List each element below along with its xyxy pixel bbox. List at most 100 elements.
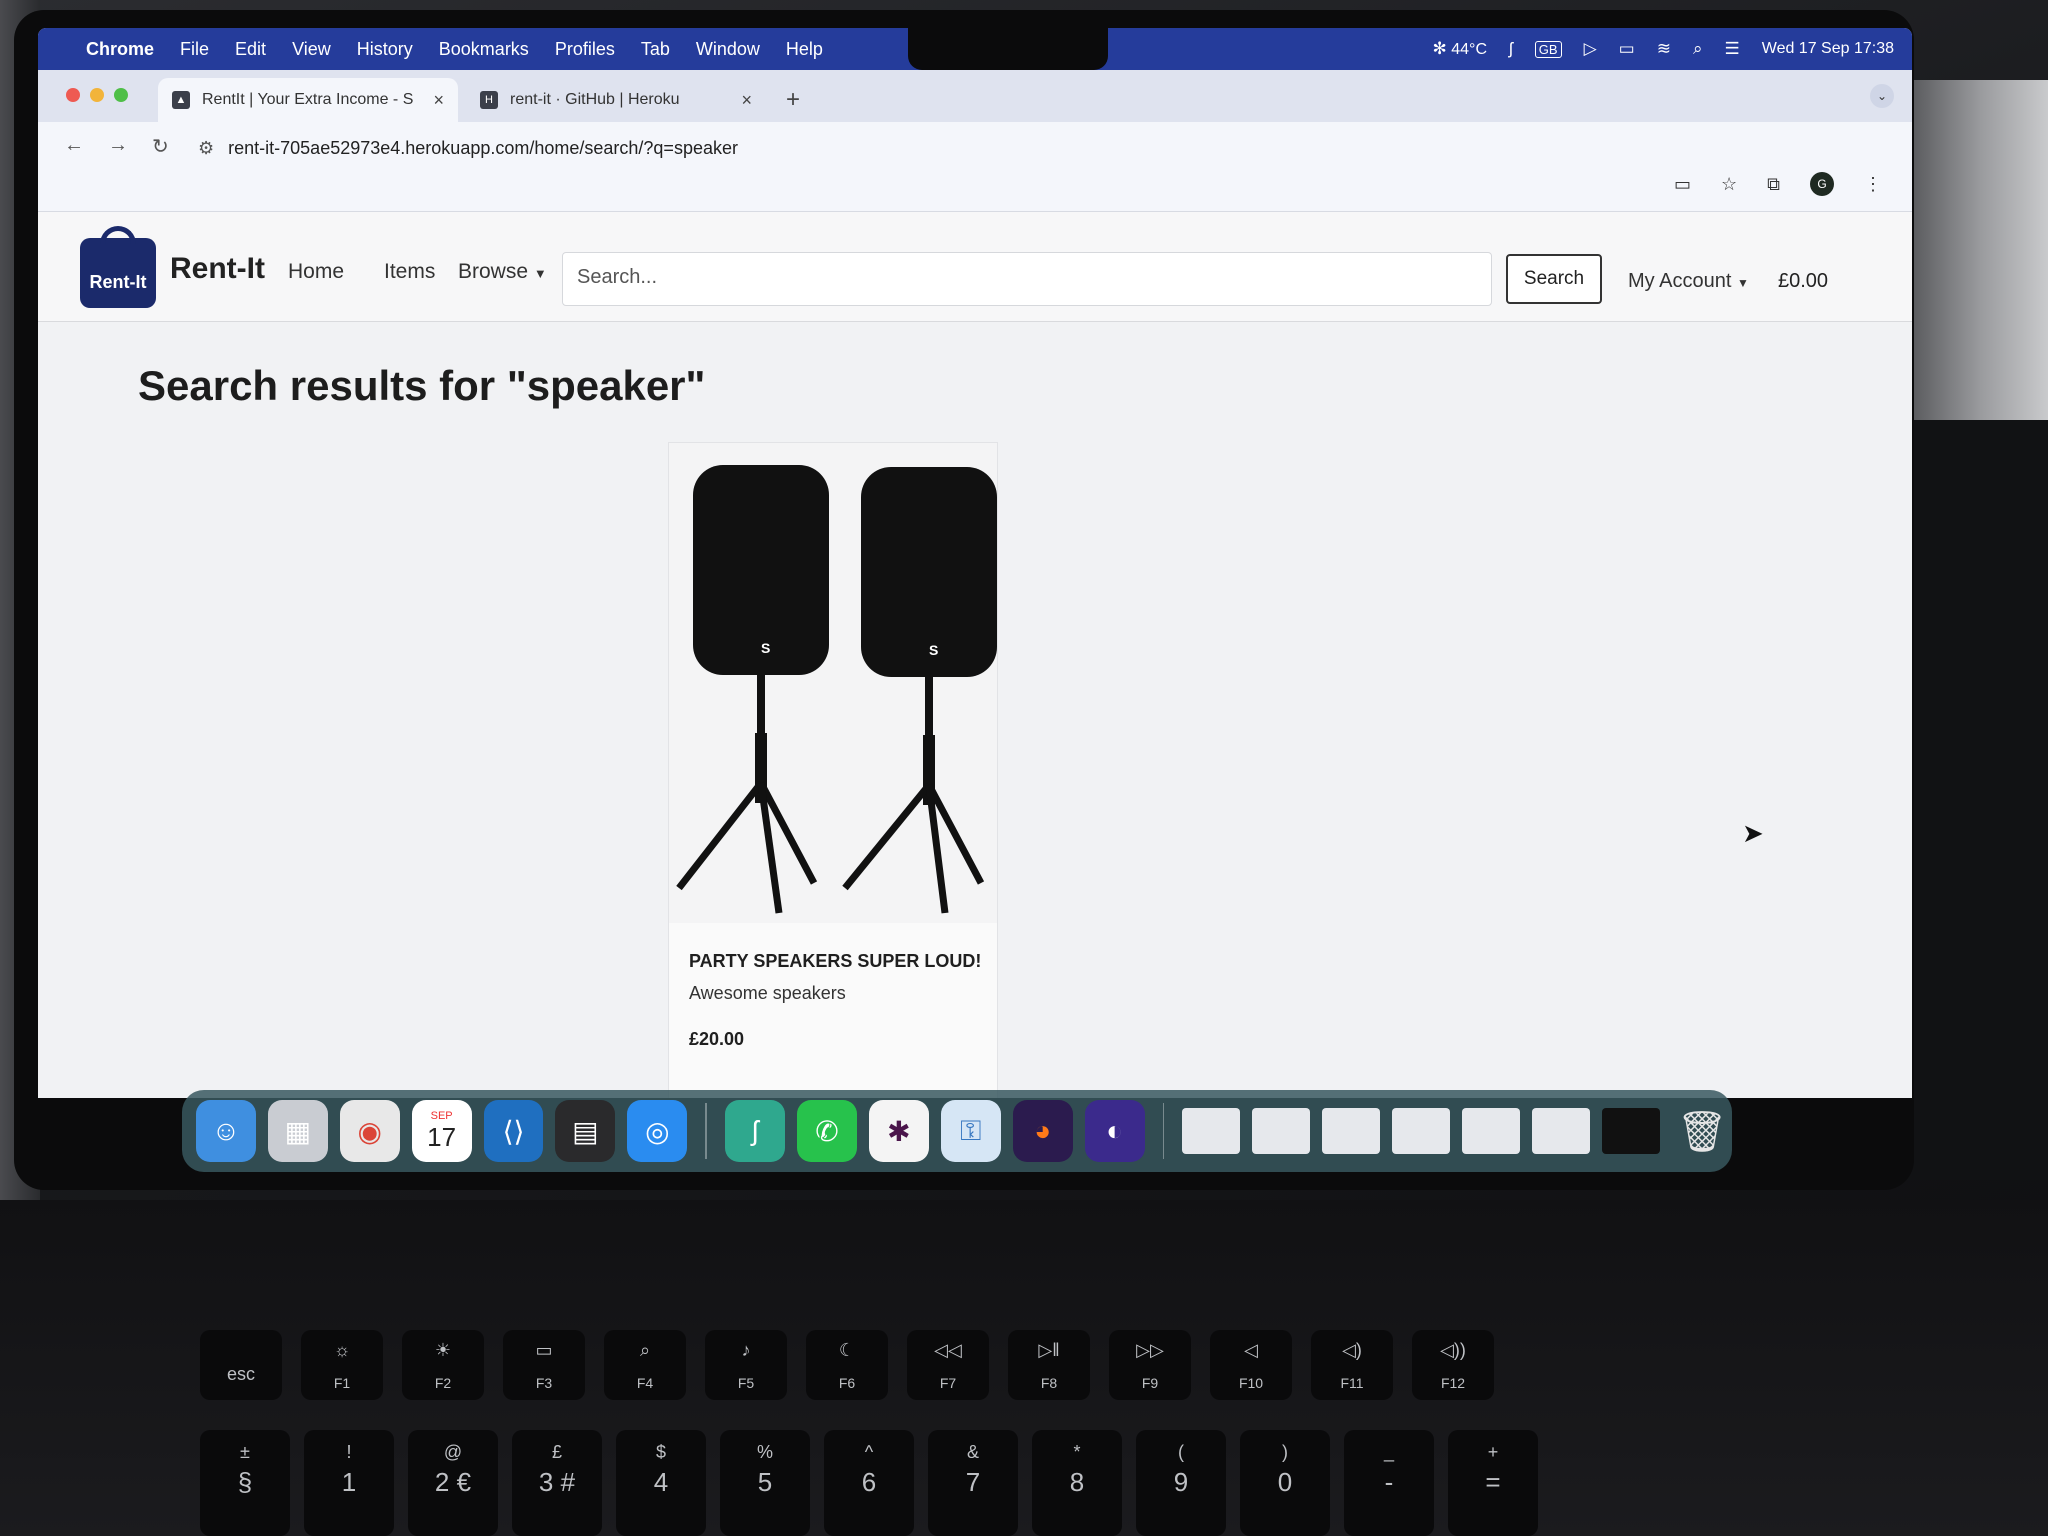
slack-icon[interactable]: ✱ [868,1100,929,1162]
calendar-icon[interactable]: SEP 17 [411,1100,472,1162]
menu-view[interactable]: View [292,39,331,60]
trash-icon[interactable]: 🗑 [1672,1100,1732,1162]
key-f12[interactable]: ◁)) F12 [1412,1330,1494,1400]
key-number[interactable]: £3 # [512,1430,602,1536]
key-number[interactable]: & 7 [928,1430,1018,1536]
address-bar[interactable]: ⚙ rent-it-705ae52973e4.herokuapp.com/hom… [198,128,1798,168]
key-f6[interactable]: ☾ F6 [806,1330,888,1400]
nav-browse[interactable]: Browse ▼ [458,260,547,284]
clock[interactable]: Wed 17 Sep 17:38 [1762,40,1894,58]
key-f10[interactable]: ◁ F10 [1210,1330,1292,1400]
back-arrow-icon[interactable]: ← [64,134,84,157]
key-number[interactable]: _ - [1344,1430,1434,1536]
input-source-label[interactable]: GB [1534,40,1562,58]
forward-arrow-icon[interactable]: → [108,134,128,157]
key-f4[interactable]: ⌕ F4 [604,1330,686,1400]
battery-icon[interactable]: ▭ [1619,39,1635,59]
key-f5[interactable]: ♪ F5 [705,1330,787,1400]
product-card[interactable]: S S PARTY SPEAKERS SUPER LOUD! Awesome s… [668,442,998,1098]
maximize-window-button[interactable] [114,88,128,102]
menu-help[interactable]: Help [786,39,823,60]
bookmark-star-icon[interactable]: ☆ [1721,174,1737,195]
product-name[interactable]: PARTY SPEAKERS SUPER LOUD! [689,951,981,972]
my-account-dropdown[interactable]: My Account ▼ [1628,270,1749,293]
spotlight-search-icon[interactable]: ⌕ [1693,39,1703,59]
close-tab-icon[interactable]: × [433,90,444,111]
card-icon[interactable]: ▭ [1674,174,1691,195]
svg-text:S: S [929,642,938,658]
key-number[interactable]: ! 1 [304,1430,394,1536]
key-f7[interactable]: ◁◁ F7 [907,1330,989,1400]
menu-bookmarks[interactable]: Bookmarks [439,39,529,60]
key-number[interactable]: * 8 [1032,1430,1122,1536]
key-number[interactable]: (9 [1136,1430,1226,1536]
site-settings-icon[interactable]: ⚙ [198,138,214,159]
key-number[interactable]: @2 € [408,1430,498,1536]
temperature-label: 44°C [1451,41,1487,58]
key-f8[interactable]: ▷‖ F8 [1008,1330,1090,1400]
minimized-window-thumbnail[interactable] [1532,1108,1591,1154]
new-tab-button[interactable]: + [774,78,812,122]
nav-home[interactable]: Home [288,260,344,284]
tab-rentit[interactable]: ▲ RentIt | Your Extra Income - S × [158,78,458,122]
whatsapp-icon[interactable]: ✆ [797,1100,857,1162]
vscode-icon[interactable]: ⟨⟩ [483,1100,544,1162]
extensions-icon[interactable]: ⧉ [1767,174,1780,195]
calculator-icon[interactable]: ▤ [555,1100,616,1162]
tor-browser-icon[interactable]: ◐ [1084,1100,1145,1162]
launchpad-icon[interactable]: ▦ [267,1100,328,1162]
minimized-window-thumbnail[interactable] [1322,1108,1381,1154]
key-number[interactable]: ± § [200,1430,290,1536]
key-number[interactable]: ^ 6 [824,1430,914,1536]
key-f1[interactable]: ☼ F1 [301,1330,383,1400]
play-icon[interactable]: ▷ [1584,39,1597,59]
passwords-icon[interactable]: ⚿ [940,1100,1001,1162]
profile-avatar[interactable]: G [1810,172,1834,196]
temperature-status[interactable]: ✻ 44°C [1433,39,1487,59]
url-text[interactable]: rent-it-705ae52973e4.herokuapp.com/home/… [228,138,738,159]
key-f3[interactable]: ▭ F3 [503,1330,585,1400]
reload-icon[interactable]: ↻ [152,134,169,159]
wifi-icon[interactable]: ≋ [1657,39,1671,59]
minimized-window-thumbnail[interactable] [1462,1108,1521,1154]
safari-icon[interactable]: ◎ [627,1100,688,1162]
key-number[interactable]: % 5 [720,1430,810,1536]
tab-heroku[interactable]: H rent-it · GitHub | Heroku × [466,78,766,122]
menu-file[interactable]: File [180,39,209,60]
cart-total[interactable]: £0.00 [1778,270,1828,293]
scrivener-icon[interactable]: ʃ [725,1100,786,1162]
site-logo[interactable]: Rent-It [80,226,156,308]
search-input[interactable]: Search... [562,252,1492,306]
finder-icon[interactable]: ☺ [196,1100,256,1162]
scrivener-icon[interactable]: ʃ [1509,39,1513,59]
menu-history[interactable]: History [357,39,413,60]
menu-window[interactable]: Window [696,39,760,60]
product-image[interactable]: S S [669,443,997,923]
key-number[interactable]: + = [1448,1430,1538,1536]
key-number[interactable]: $4 [616,1430,706,1536]
close-window-button[interactable] [66,88,80,102]
menu-tab[interactable]: Tab [641,39,670,60]
minimize-window-button[interactable] [90,88,104,102]
brand-name[interactable]: Rent-It [170,252,265,286]
firefox-icon[interactable]: ◕ [1012,1100,1073,1162]
minimized-window-thumbnail[interactable] [1602,1108,1661,1154]
minimized-window-thumbnail[interactable] [1252,1108,1311,1154]
key-f2[interactable]: ☀ F2 [402,1330,484,1400]
tab-search-chevron-icon[interactable]: ⌄ [1870,84,1894,108]
nav-items[interactable]: Items [384,260,435,284]
minimized-window-thumbnail[interactable] [1392,1108,1451,1154]
key-f9[interactable]: ▷▷ F9 [1109,1330,1191,1400]
key-f11[interactable]: ◁) F11 [1311,1330,1393,1400]
search-button[interactable]: Search [1506,254,1602,304]
control-center-icon[interactable]: ☰ [1725,39,1740,59]
more-menu-icon[interactable]: ⋮ [1864,174,1882,195]
menu-app-chrome[interactable]: Chrome [86,39,154,60]
minimized-window-thumbnail[interactable] [1182,1108,1241,1154]
menu-edit[interactable]: Edit [235,39,266,60]
chrome-icon[interactable]: ◉ [339,1100,400,1162]
key-number[interactable]: ) 0 [1240,1430,1330,1536]
close-tab-icon[interactable]: × [741,90,752,111]
key-esc[interactable]: esc [200,1330,282,1400]
menu-profiles[interactable]: Profiles [555,39,615,60]
